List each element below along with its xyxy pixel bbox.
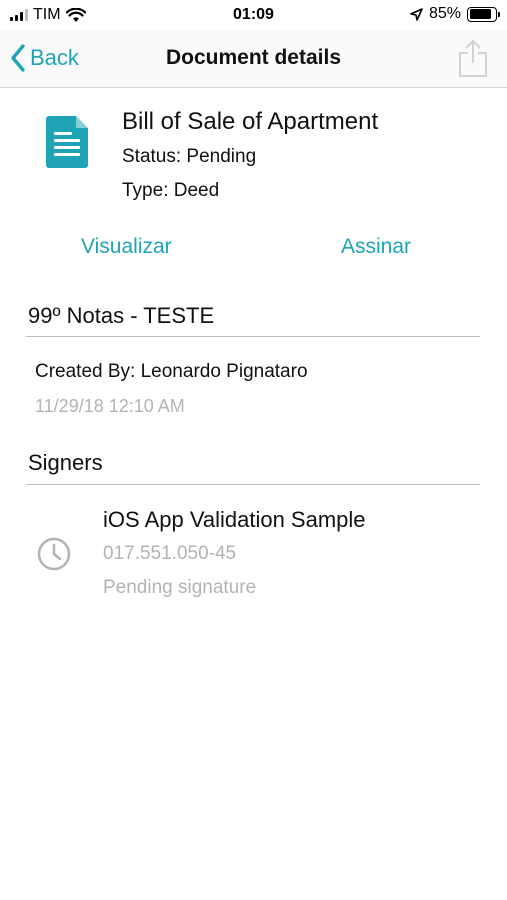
document-type: Type: Deed xyxy=(122,180,220,201)
share-icon[interactable] xyxy=(457,38,489,78)
battery-percent: 85% xyxy=(428,5,461,22)
signer-status: Pending signature xyxy=(103,577,257,598)
document-status: Status: Pending xyxy=(122,146,257,167)
navigation-bar: Back Document details xyxy=(0,30,507,88)
office-section-divider xyxy=(26,336,480,337)
clock-icon xyxy=(37,537,71,571)
document-title: Bill of Sale of Apartment xyxy=(122,108,379,135)
status-bar: TIM 01:09 85% xyxy=(0,0,507,30)
signers-section-title: Signers xyxy=(28,450,103,475)
signer-name: iOS App Validation Sample xyxy=(103,507,366,532)
visualizar-button[interactable]: Visualizar xyxy=(81,235,172,259)
signer-id: 017.551.050-45 xyxy=(103,543,237,564)
signers-section-divider xyxy=(26,484,480,485)
page-title: Document details xyxy=(165,46,342,69)
assinar-button[interactable]: Assinar xyxy=(341,235,411,259)
document-icon xyxy=(46,116,88,168)
location-arrow-icon xyxy=(410,7,423,21)
status-bar-right: 85% xyxy=(410,5,500,23)
battery-icon xyxy=(467,6,500,22)
battery-level xyxy=(469,9,491,19)
office-section-title: 99º Notas - TESTE xyxy=(28,303,215,328)
created-date-text: 11/29/18 12:10 AM xyxy=(35,396,185,416)
created-by-text: Created By: Leonardo Pignataro xyxy=(35,361,308,382)
